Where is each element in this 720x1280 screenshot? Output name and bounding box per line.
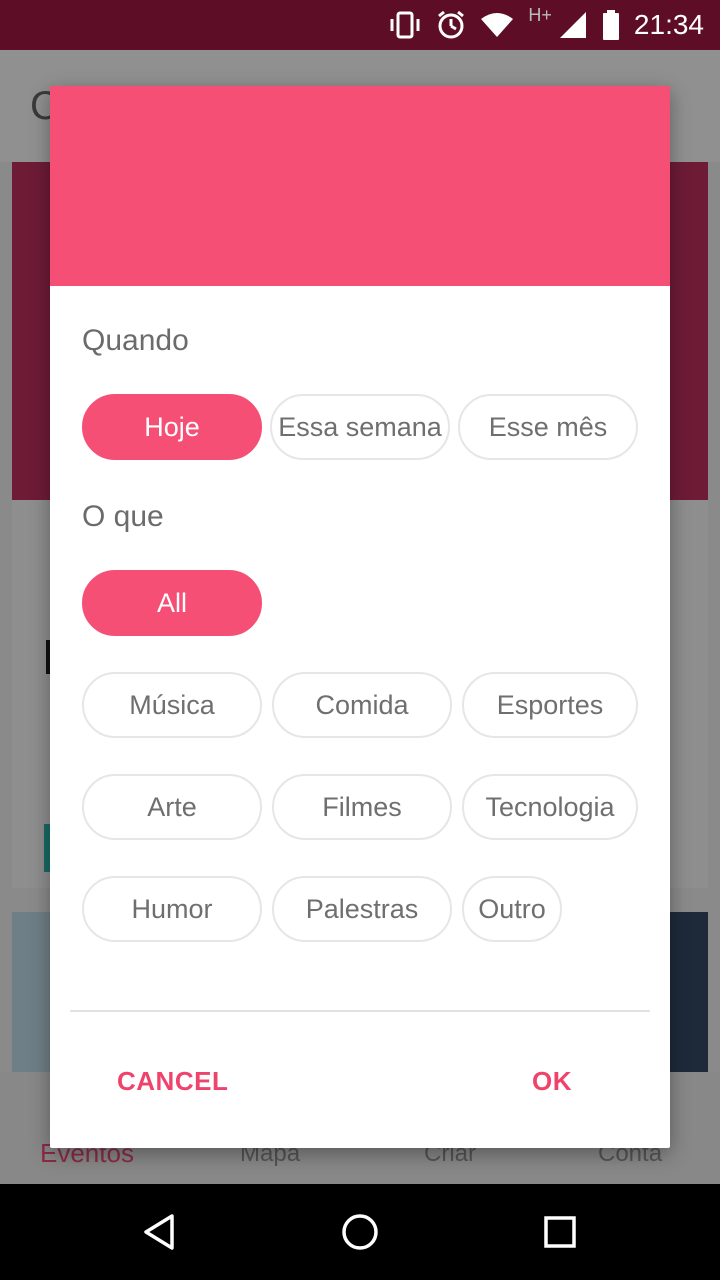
battery-icon	[602, 10, 620, 40]
status-bar: H+ 21:34	[0, 0, 720, 50]
chip-musica[interactable]: Música	[82, 672, 262, 738]
vibrate-icon	[388, 10, 422, 40]
wifi-icon	[480, 12, 514, 38]
chip-comida[interactable]: Comida	[272, 672, 452, 738]
dialog-header	[50, 86, 670, 286]
chip-esse-mes[interactable]: Esse mês	[458, 394, 638, 460]
ok-button[interactable]: OK	[532, 1066, 572, 1097]
chip-filmes[interactable]: Filmes	[272, 774, 452, 840]
what-section-label: O que	[82, 500, 164, 533]
status-time: 21:34	[633, 9, 704, 40]
system-navigation-bar	[0, 1184, 720, 1280]
event-card-2-image	[668, 912, 708, 1072]
chip-humor[interactable]: Humor	[82, 876, 262, 942]
chip-palestras[interactable]: Palestras	[272, 876, 452, 942]
cancel-button[interactable]: CANCEL	[117, 1066, 228, 1097]
chip-all[interactable]: All	[82, 570, 262, 636]
alarm-icon	[436, 10, 466, 40]
home-icon[interactable]	[330, 1202, 390, 1262]
chip-outro[interactable]: Outro	[462, 876, 562, 942]
signal-icon	[558, 10, 588, 40]
network-type-label: H+	[528, 4, 552, 25]
dialog-divider	[70, 1010, 650, 1012]
back-icon[interactable]	[130, 1202, 190, 1262]
when-section-label: Quando	[82, 324, 189, 357]
recents-icon[interactable]	[530, 1202, 590, 1262]
chip-tecnologia[interactable]: Tecnologia	[462, 774, 638, 840]
filter-dialog: Quando Hoje Essa semana Esse mês O que A…	[50, 86, 670, 1148]
chip-arte[interactable]: Arte	[82, 774, 262, 840]
chip-hoje[interactable]: Hoje	[82, 394, 262, 460]
chip-esportes[interactable]: Esportes	[462, 672, 638, 738]
chip-essa-semana[interactable]: Essa semana	[270, 394, 450, 460]
